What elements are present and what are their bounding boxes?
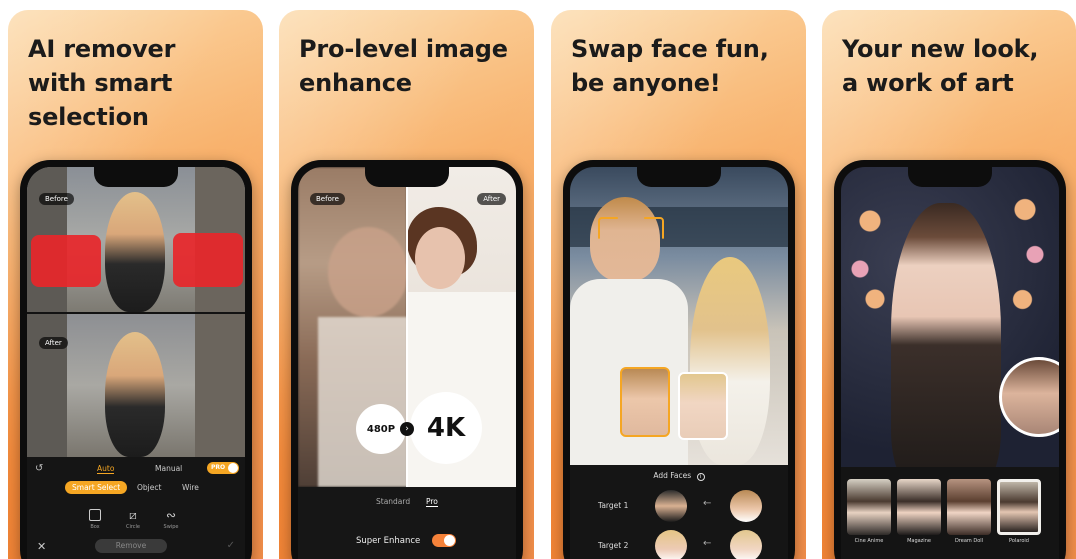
phone-notch (94, 167, 178, 187)
phone-screen: Before After 480P › 4K Standard Pro Supe… (298, 167, 516, 559)
swipe-tool-label: Swipe (163, 524, 179, 530)
phone-mockup: Before After 480P › 4K Standard Pro Supe… (291, 160, 523, 559)
source-face-avatar[interactable] (730, 530, 762, 559)
style-thumbnail (947, 479, 991, 535)
screenshot-panel-face-swap: Swap face fun, be anyone! Add Faces i Ta… (551, 10, 806, 559)
resolution-from-badge: 480P (356, 404, 406, 454)
target-row[interactable]: Target 2 ← (570, 527, 788, 559)
tab-pro[interactable]: Pro (426, 497, 438, 507)
style-label: Dream Doll (954, 538, 984, 544)
style-option[interactable]: Magazine (897, 479, 941, 545)
screenshot-panel-art-styles: Your new look, a work of art Cine Anime … (822, 10, 1076, 559)
style-thumbnail (847, 479, 891, 535)
circle-tool-label: Circle (125, 524, 141, 530)
phone-screen: Cine Anime Magazine Dream Doll Polaroid (841, 167, 1059, 559)
add-faces-label: Add Faces (653, 471, 692, 480)
super-enhance-toggle[interactable] (432, 534, 456, 547)
highlighted-people-right (173, 233, 243, 287)
panel-headline: Your new look, a work of art (842, 35, 1039, 97)
tab-standard[interactable]: Standard (376, 497, 410, 506)
smart-select-button[interactable]: Smart Select (65, 481, 128, 494)
arrow-right-icon: › (400, 422, 414, 436)
style-option[interactable]: Cine Anime (847, 479, 891, 545)
screenshot-panel-ai-remover: AI remover with smart selection Before A… (8, 10, 263, 559)
stylized-portrait (841, 167, 1059, 487)
anime-girl (891, 203, 1001, 487)
mode-manual-tab[interactable]: Manual (155, 464, 182, 473)
panel-headline: Pro-level image enhance (299, 35, 508, 97)
box-tool-label: Box (90, 524, 100, 530)
close-icon[interactable]: ✕ (37, 540, 46, 553)
floral-left (845, 197, 895, 317)
undo-icon[interactable]: ↺ (35, 463, 43, 474)
swipe-tool[interactable]: ∾ Swipe (159, 508, 183, 531)
phone-notch (365, 167, 449, 187)
add-faces-header: Add Faces i (570, 471, 788, 481)
woman-subject (105, 192, 165, 312)
woman-subject (105, 332, 165, 457)
target-face-avatar (655, 530, 687, 559)
style-option[interactable]: Dream Doll (947, 479, 991, 545)
phone-mockup: Cine Anime Magazine Dream Doll Polaroid (834, 160, 1066, 559)
check-icon[interactable]: ✓ (227, 540, 235, 551)
split-divider[interactable] (406, 167, 408, 487)
before-photo (27, 167, 245, 312)
phone-notch (908, 167, 992, 187)
style-picker: Cine Anime Magazine Dream Doll Polaroid (841, 467, 1059, 559)
source-face-thumb-1[interactable] (620, 367, 670, 437)
face-swap-photo (570, 167, 788, 465)
add-faces-area: Add Faces i Target 1 ← Target 2 ← (570, 465, 788, 559)
lasso-icon: ⧄ (129, 508, 137, 522)
style-label: Cine Anime (854, 538, 884, 544)
source-face-avatar[interactable] (730, 490, 762, 522)
target-row[interactable]: Target 1 ← (570, 487, 788, 523)
phone-screen: Add Faces i Target 1 ← Target 2 ← (570, 167, 788, 559)
style-option[interactable]: Polaroid (997, 479, 1041, 545)
after-tag: After (39, 337, 68, 349)
target-label: Target 2 (598, 541, 629, 550)
wire-button[interactable]: Wire (182, 483, 199, 492)
resolution-to-badge: 4K (410, 392, 482, 464)
target-face-avatar (655, 490, 687, 522)
info-icon[interactable]: i (696, 473, 705, 481)
phone-mockup: Before After ↺ Auto Manual PRO Smart Sel… (20, 160, 252, 559)
circle-tool[interactable]: ⧄ Circle (121, 508, 145, 531)
before-tag: Before (310, 193, 345, 205)
arrow-left-icon: ← (703, 538, 712, 549)
swipe-icon: ∾ (165, 508, 177, 522)
style-label: Polaroid (1009, 538, 1029, 544)
style-label: Magazine (907, 538, 931, 544)
phone-screen: Before After ↺ Auto Manual PRO Smart Sel… (27, 167, 245, 559)
screenshot-panel-image-enhance: Pro-level image enhance Before After 480… (279, 10, 534, 559)
object-button[interactable]: Object (137, 483, 161, 492)
pro-toggle[interactable]: PRO (207, 462, 239, 474)
after-photo (27, 314, 245, 457)
pro-toggle-label: PRO (211, 464, 226, 471)
after-tag: After (477, 193, 506, 205)
remove-button[interactable]: Remove (95, 539, 167, 553)
style-thumbnail (897, 479, 941, 535)
panel-headline: AI remover with smart selection (28, 35, 176, 131)
box-tool[interactable]: Box (83, 509, 107, 530)
controls-area: ↺ Auto Manual PRO Smart Select Object Wi… (27, 457, 245, 559)
panel-headline: Swap face fun, be anyone! (571, 35, 769, 97)
style-thumbnail (997, 479, 1041, 535)
man-subject (590, 197, 660, 281)
phone-notch (637, 167, 721, 187)
floral-right (1005, 187, 1055, 337)
resolution-from-label: 480P (366, 423, 396, 435)
box-icon (89, 509, 101, 521)
target-label: Target 1 (598, 501, 629, 510)
super-enhance-label: Super Enhance (356, 536, 421, 546)
phone-mockup: Add Faces i Target 1 ← Target 2 ← (563, 160, 795, 559)
before-tag: Before (39, 193, 74, 205)
mode-auto-tab[interactable]: Auto (97, 464, 115, 474)
resolution-to-label: 4K (426, 413, 466, 443)
source-face-thumb-2[interactable] (678, 372, 728, 440)
arrow-left-icon: ← (703, 498, 712, 509)
highlighted-people-left (31, 235, 101, 287)
enhance-controls: Standard Pro Super Enhance (298, 487, 516, 559)
